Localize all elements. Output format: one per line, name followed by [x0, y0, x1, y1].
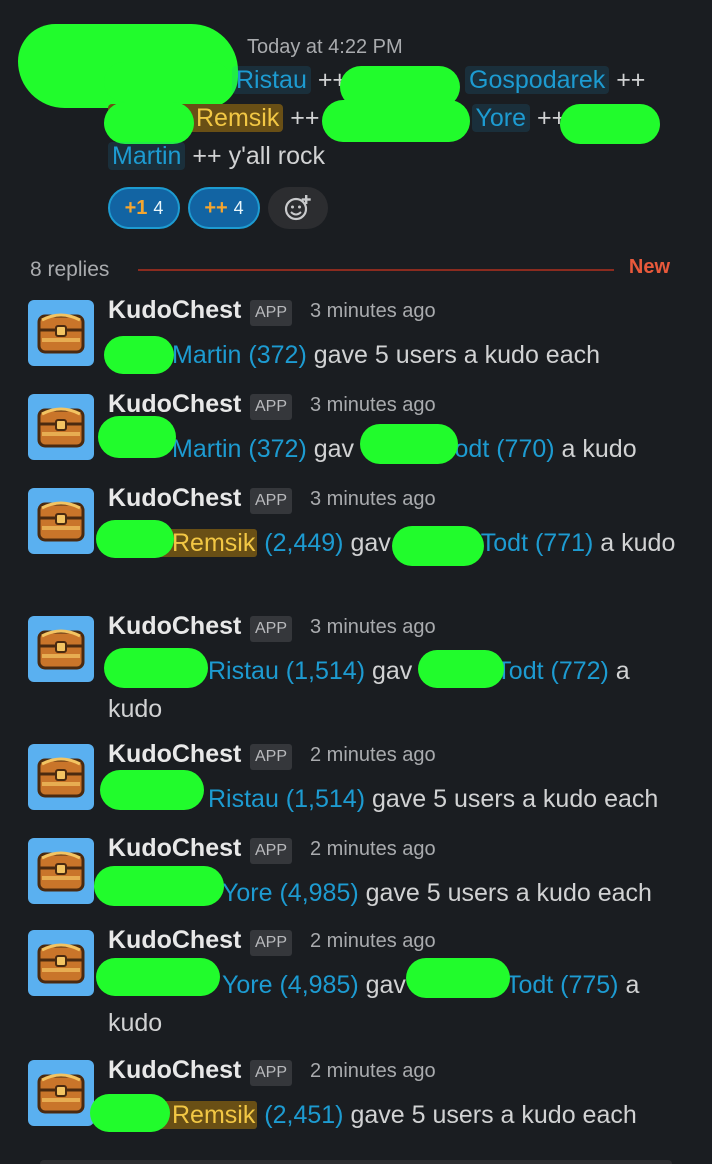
kudochest-avatar[interactable]: [28, 1060, 94, 1126]
app-badge: APP: [250, 616, 293, 642]
user-mention[interactable]: Martin (372): [172, 435, 307, 463]
redacted-name: [104, 648, 208, 688]
parent-timestamp[interactable]: Today at 4:22 PM: [247, 36, 403, 59]
redacted-name: [392, 526, 484, 566]
add-emoji-icon: [284, 195, 311, 221]
redacted-name: [406, 958, 510, 998]
new-label: New: [628, 256, 670, 278]
author-name[interactable]: KudoChest: [108, 296, 241, 325]
composer-edge: [40, 1160, 672, 1164]
replies-divider: 8 replies New: [30, 256, 670, 284]
redacted-name: [360, 424, 458, 464]
author-name[interactable]: KudoChest: [108, 484, 241, 513]
redacted-name: [418, 650, 504, 688]
app-badge: APP: [250, 488, 293, 514]
redacted-name: [322, 100, 470, 142]
redacted-name: [96, 520, 174, 558]
author-name[interactable]: KudoChest: [108, 390, 241, 419]
author-name[interactable]: KudoChest: [108, 1056, 241, 1085]
reply-text: Remsik (2,451) gave 5 users a kudo each: [108, 1096, 683, 1134]
mention-ristau[interactable]: Ristau: [232, 66, 311, 94]
add-reaction-button[interactable]: [268, 187, 328, 229]
app-badge: APP: [250, 394, 293, 420]
redacted-name: [90, 1094, 170, 1132]
app-badge: APP: [250, 744, 293, 770]
reply-timestamp[interactable]: 2 minutes ago: [310, 930, 436, 953]
treasure-chest-icon: [37, 757, 85, 798]
user-mention[interactable]: Todt (772): [496, 657, 609, 685]
app-badge: APP: [250, 300, 293, 326]
app-badge: APP: [250, 1060, 293, 1086]
user-mention[interactable]: Yore (4,985): [222, 971, 359, 999]
new-divider-line: [138, 269, 614, 271]
redacted-name: [94, 866, 224, 906]
plus-plus-icon: ++: [204, 196, 228, 219]
kudochest-avatar[interactable]: [28, 744, 94, 810]
treasure-chest-icon: [37, 407, 85, 448]
mention-gospodarek[interactable]: Gospodarek: [465, 66, 610, 94]
reply-timestamp[interactable]: 2 minutes ago: [310, 1060, 436, 1083]
reaction-plus-one[interactable]: +1 4: [108, 187, 180, 229]
treasure-chest-icon: [37, 629, 85, 670]
kudochest-avatar[interactable]: [28, 394, 94, 460]
treasure-chest-icon: [37, 313, 85, 354]
reply-timestamp[interactable]: 3 minutes ago: [310, 394, 436, 417]
kudochest-avatar[interactable]: [28, 616, 94, 682]
user-mention[interactable]: Martin (372): [172, 341, 307, 369]
reply-timestamp[interactable]: 2 minutes ago: [310, 744, 436, 767]
parent-line-3: Martin ++ y'all rock: [108, 142, 325, 171]
treasure-chest-icon: [37, 851, 85, 892]
author-name[interactable]: KudoChest: [108, 612, 241, 641]
redacted-name: [104, 102, 194, 144]
mention-martin[interactable]: Martin: [108, 142, 186, 170]
reply-text: Martin (372) gave 5 users a kudo each: [172, 341, 601, 369]
reply-timestamp[interactable]: 3 minutes ago: [310, 616, 436, 639]
treasure-chest-icon: [37, 1073, 85, 1114]
kudochest-avatar[interactable]: [28, 838, 94, 904]
reaction-count: 4: [233, 197, 244, 218]
author-name[interactable]: KudoChest: [108, 926, 241, 955]
user-mention[interactable]: Yore (4,985): [222, 879, 359, 907]
author-name[interactable]: KudoChest: [108, 834, 241, 863]
reaction-count: 4: [153, 197, 164, 218]
plus-one-icon: +1: [124, 196, 148, 219]
reply-timestamp[interactable]: 3 minutes ago: [310, 488, 436, 511]
replies-count: 8 replies: [30, 258, 110, 281]
mention-yore[interactable]: Yore: [471, 104, 531, 132]
treasure-chest-icon: [37, 501, 85, 542]
user-mention[interactable]: Todt (775): [506, 971, 619, 999]
thread-view: Today at 4:22 PM Ristau ++ Gospodarek ++ …: [0, 0, 712, 1164]
reactions-bar: +1 4 ++ 4: [108, 187, 328, 229]
kudochest-avatar[interactable]: [28, 930, 94, 996]
redacted-name: [560, 104, 660, 144]
user-mention[interactable]: Todt (771): [481, 529, 594, 557]
redacted-name: [104, 336, 174, 374]
app-badge: APP: [250, 838, 293, 864]
redacted-name: [100, 770, 204, 810]
kudochest-avatar[interactable]: [28, 488, 94, 554]
treasure-chest-icon: [37, 943, 85, 984]
redacted-name: [96, 958, 220, 996]
user-mention[interactable]: Ristau (1,514): [208, 785, 365, 813]
reply-timestamp[interactable]: 3 minutes ago: [310, 300, 436, 323]
redacted-name: [104, 62, 232, 102]
author-name[interactable]: KudoChest: [108, 740, 241, 769]
user-mention[interactable]: Ristau (1,514): [208, 657, 365, 685]
reply-timestamp[interactable]: 2 minutes ago: [310, 838, 436, 861]
redacted-name: [98, 416, 176, 458]
kudochest-avatar[interactable]: [28, 300, 94, 366]
reaction-plus-plus[interactable]: ++ 4: [188, 187, 260, 229]
user-mention[interactable]: Todt (770): [442, 435, 555, 463]
app-badge: APP: [250, 930, 293, 956]
